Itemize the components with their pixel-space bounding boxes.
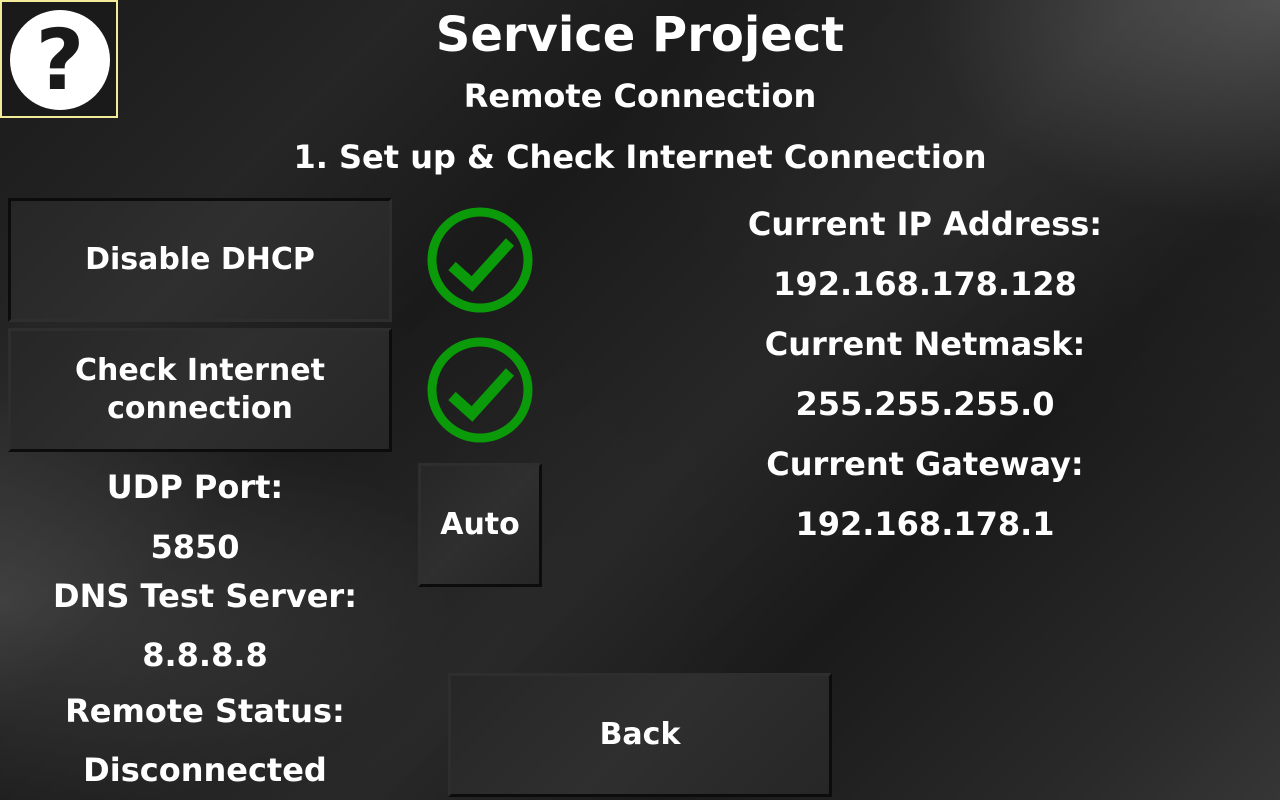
netmask-label: Current Netmask:	[764, 325, 1086, 363]
page-subtitle: Remote Connection	[463, 77, 817, 115]
gateway-label: Current Gateway:	[766, 445, 1084, 483]
auto-label: Auto	[440, 507, 520, 542]
udp-port-label: UDP Port:	[106, 468, 284, 506]
check-internet-label-line1: Check Internet	[75, 353, 325, 388]
check-internet-label-line2: connection	[107, 391, 293, 426]
remote-status-value: Disconnected	[83, 751, 327, 789]
dhcp-status-check-icon	[427, 207, 533, 313]
auto-button[interactable]: Auto	[418, 463, 542, 587]
dns-server-value: 8.8.8.8	[142, 636, 268, 674]
back-button[interactable]: Back	[448, 673, 832, 797]
page-title: Service Project	[435, 7, 845, 63]
back-label: Back	[599, 717, 681, 752]
disable-dhcp-label: Disable DHCP	[85, 242, 315, 277]
dns-server-label: DNS Test Server:	[53, 577, 357, 615]
ip-address-label: Current IP Address:	[747, 205, 1103, 243]
udp-port-value: 5850	[150, 528, 240, 566]
step-heading: 1. Set up & Check Internet Connection	[293, 138, 987, 176]
disable-dhcp-button[interactable]: Disable DHCP	[8, 198, 392, 322]
netmask-value: 255.255.255.0	[795, 385, 1055, 423]
internet-status-check-icon	[427, 337, 533, 443]
gateway-value: 192.168.178.1	[795, 505, 1055, 543]
remote-status-label: Remote Status:	[65, 692, 345, 730]
check-internet-button[interactable]: Check Internet connection	[8, 328, 392, 452]
ip-address-value: 192.168.178.128	[773, 265, 1077, 303]
